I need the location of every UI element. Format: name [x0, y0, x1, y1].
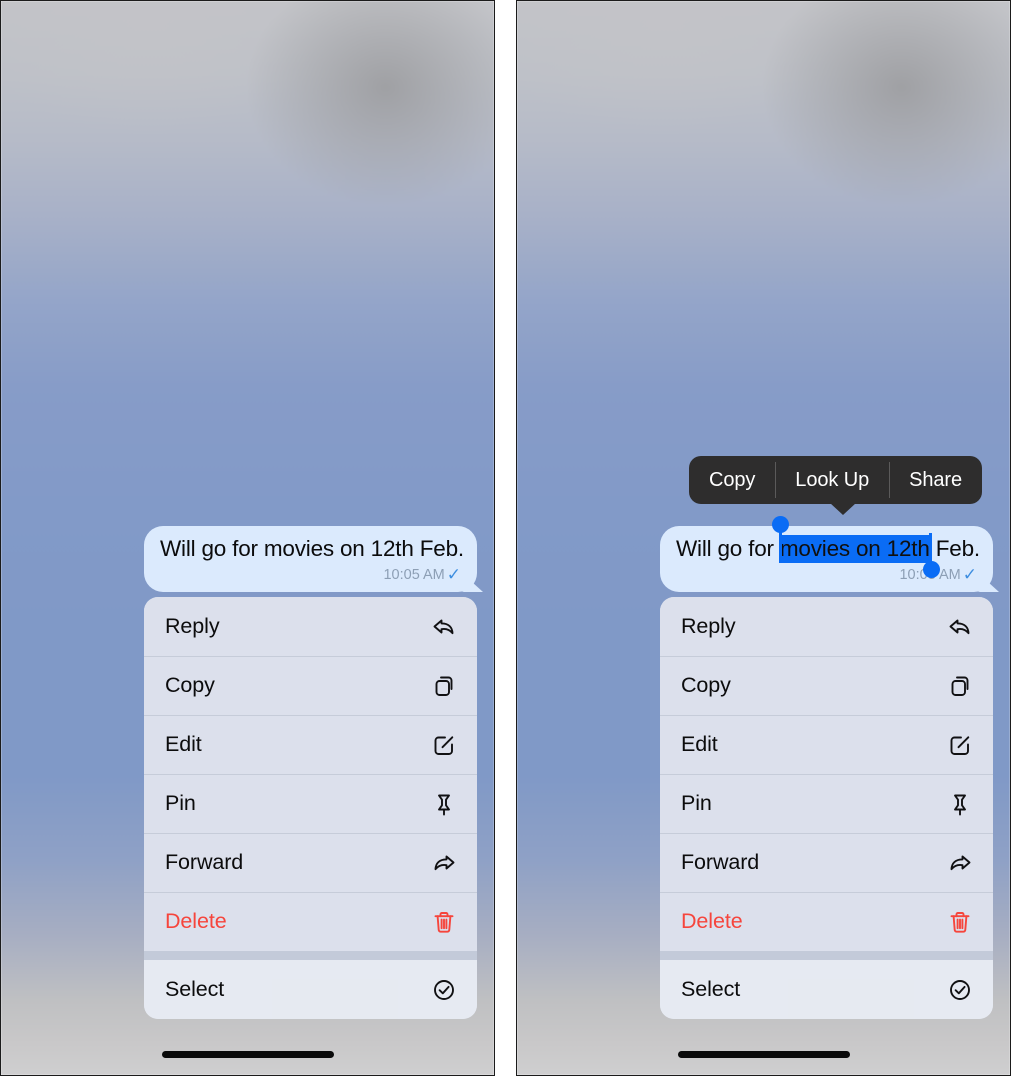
selection-start-handle[interactable]	[772, 516, 789, 533]
menu-group: Reply Copy Edit Pin Forward Delete	[660, 597, 993, 951]
edit-toolbar-look-up[interactable]: Look Up	[775, 456, 889, 504]
menu-item-edit[interactable]: Edit	[144, 715, 477, 774]
menu-item-edit[interactable]: Edit	[660, 715, 993, 774]
text-edit-toolbar[interactable]: Copy Look Up Share	[689, 456, 982, 504]
menu-item-reply[interactable]: Reply	[144, 597, 477, 656]
menu-item-label: Select	[165, 977, 225, 1001]
pushpin-icon	[430, 790, 458, 818]
menu-item-select[interactable]: Select	[660, 960, 993, 1019]
toolbar-pointer-arrow	[830, 503, 856, 515]
menu-group: Select	[144, 960, 477, 1019]
reply-arrow-icon	[946, 613, 974, 641]
checkmark-icon: ✓	[446, 565, 461, 584]
menu-item-delete[interactable]: Delete	[660, 892, 993, 951]
context-menu[interactable]: Reply Copy Edit Pin Forward Delete Select	[144, 597, 477, 1019]
menu-item-label: Edit	[681, 732, 718, 756]
menu-item-label: Copy	[681, 673, 731, 697]
menu-item-forward[interactable]: Forward	[660, 833, 993, 892]
menu-group-separator	[660, 951, 993, 960]
menu-item-label: Edit	[165, 732, 202, 756]
checkmark-icon: ✓	[962, 565, 977, 584]
pencil-square-icon	[430, 731, 458, 759]
menu-group: Select	[660, 960, 993, 1019]
menu-item-label: Copy	[165, 673, 215, 697]
menu-item-copy[interactable]: Copy	[660, 656, 993, 715]
pushpin-icon	[946, 790, 974, 818]
selection-end-handle[interactable]	[923, 561, 940, 578]
trash-icon	[946, 908, 974, 936]
left-screen: Will go for movies on 12th Feb. 10:05 AM…	[0, 0, 495, 1076]
check-circle-icon	[946, 976, 974, 1004]
menu-item-label: Delete	[165, 909, 227, 933]
message-text-after: Feb.	[929, 536, 980, 561]
check-circle-icon	[430, 976, 458, 1004]
menu-item-label: Select	[681, 977, 741, 1001]
menu-group: Reply Copy Edit Pin Forward Delete	[144, 597, 477, 951]
menu-item-reply[interactable]: Reply	[660, 597, 993, 656]
message-text: Will go for movies on 12th Feb.	[160, 536, 464, 561]
selected-text[interactable]: movies on 12th	[779, 535, 930, 563]
home-indicator	[677, 1051, 850, 1058]
menu-item-forward[interactable]: Forward	[144, 833, 477, 892]
menu-item-label: Reply	[165, 614, 220, 638]
menu-item-copy[interactable]: Copy	[144, 656, 477, 715]
context-menu[interactable]: Reply Copy Edit Pin Forward Delete Select	[660, 597, 993, 1019]
forward-arrow-icon	[430, 849, 458, 877]
copy-documents-icon	[946, 672, 974, 700]
selection-start-stem	[779, 529, 782, 563]
edit-toolbar-copy[interactable]: Copy	[689, 456, 775, 504]
home-indicator	[161, 1051, 334, 1058]
menu-item-label: Delete	[681, 909, 743, 933]
menu-group-separator	[144, 951, 477, 960]
menu-item-pin[interactable]: Pin	[660, 774, 993, 833]
message-text-before: Will go for	[676, 536, 780, 561]
right-screen: Copy Look Up Share Will go for movies on 1…	[516, 0, 1011, 1076]
edit-toolbar-share[interactable]: Share	[889, 456, 982, 504]
menu-item-pin[interactable]: Pin	[144, 774, 477, 833]
pencil-square-icon	[946, 731, 974, 759]
menu-item-label: Pin	[681, 791, 712, 815]
menu-item-label: Forward	[681, 850, 760, 874]
menu-item-label: Pin	[165, 791, 196, 815]
copy-documents-icon	[430, 672, 458, 700]
message-bubble[interactable]: Will go for movies on 12th Feb. 10:05 AM…	[144, 526, 483, 592]
message-timestamp: 10:05 AM	[383, 567, 445, 583]
trash-icon	[430, 908, 458, 936]
menu-item-select[interactable]: Select	[144, 960, 477, 1019]
menu-item-delete[interactable]: Delete	[144, 892, 477, 951]
menu-item-label: Reply	[681, 614, 736, 638]
screenshot-pair: Will go for movies on 12th Feb. 10:05 AM…	[0, 0, 1011, 1078]
reply-arrow-icon	[430, 613, 458, 641]
forward-arrow-icon	[946, 849, 974, 877]
menu-item-label: Forward	[165, 850, 244, 874]
message-meta: 10:05 AM ✓	[160, 564, 461, 585]
message-bubble[interactable]: Will go for movies on 12th Feb. 10:05 AM…	[660, 516, 999, 592]
